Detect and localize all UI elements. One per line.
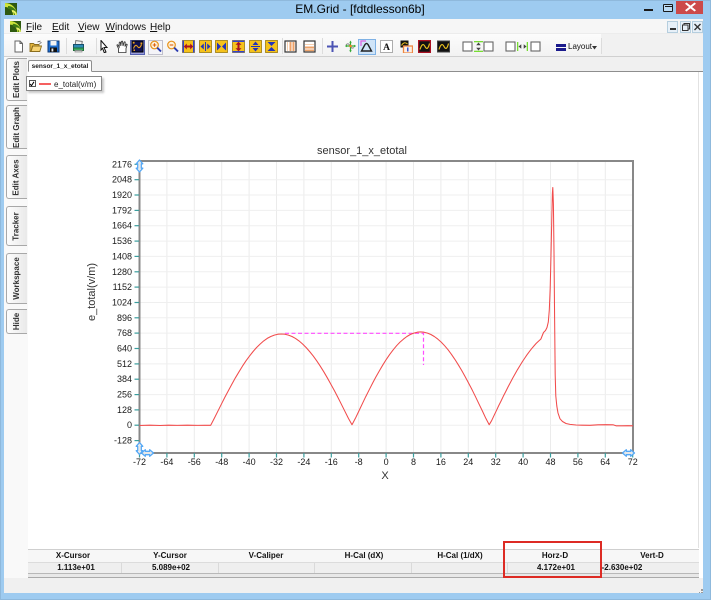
svg-text:-32: -32	[270, 457, 283, 467]
svg-text:-64: -64	[160, 457, 173, 467]
svg-text:2048: 2048	[112, 175, 132, 185]
svg-text:-56: -56	[188, 457, 201, 467]
svg-text:1920: 1920	[112, 190, 132, 200]
svg-text:-128: -128	[114, 436, 132, 446]
svg-text:48: 48	[545, 457, 555, 467]
svg-text:384: 384	[117, 374, 132, 384]
svg-text:1024: 1024	[112, 298, 132, 308]
svg-text:128: 128	[117, 405, 132, 415]
svg-text:-8: -8	[355, 457, 363, 467]
svg-text:2176: 2176	[112, 159, 132, 169]
svg-text:56: 56	[573, 457, 583, 467]
svg-text:-72: -72	[133, 457, 146, 467]
svg-text:0: 0	[384, 457, 389, 467]
svg-text:72: 72	[628, 457, 638, 467]
svg-text:-40: -40	[243, 457, 256, 467]
svg-text:1280: 1280	[112, 267, 132, 277]
svg-text:1792: 1792	[112, 205, 132, 215]
svg-text:8: 8	[411, 457, 416, 467]
svg-text:512: 512	[117, 359, 132, 369]
svg-text:0: 0	[127, 420, 132, 430]
svg-text:32: 32	[491, 457, 501, 467]
svg-text:1536: 1536	[112, 236, 132, 246]
svg-text:64: 64	[600, 457, 610, 467]
svg-text:768: 768	[117, 328, 132, 338]
svg-text:896: 896	[117, 313, 132, 323]
svg-text:e_total(v/m): e_total(v/m)	[86, 263, 98, 321]
svg-text:1664: 1664	[112, 221, 132, 231]
svg-text:1408: 1408	[112, 251, 132, 261]
svg-text:1152: 1152	[113, 282, 132, 292]
svg-text:256: 256	[117, 390, 132, 400]
svg-text:-48: -48	[215, 457, 228, 467]
svg-text:24: 24	[463, 457, 473, 467]
svg-text:X: X	[381, 470, 389, 482]
svg-text:-24: -24	[297, 457, 310, 467]
svg-text:16: 16	[436, 457, 446, 467]
svg-text:-16: -16	[325, 457, 338, 467]
svg-text:640: 640	[117, 344, 132, 354]
svg-text:sensor_1_x_etotal: sensor_1_x_etotal	[317, 145, 407, 157]
svg-text:40: 40	[518, 457, 528, 467]
